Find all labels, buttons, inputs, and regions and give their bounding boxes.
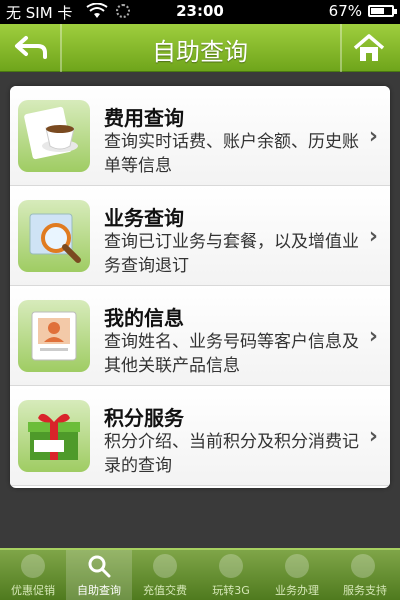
menu-list: 费用查询 查询实时话费、账户余额、历史账单等信息 › 业务查询 查询已订业务与套… [10, 86, 390, 488]
tab-label: 优惠促销 [11, 584, 55, 597]
tab-support[interactable]: 服务支持 [330, 550, 400, 600]
tab-label: 自助查询 [77, 584, 121, 597]
chevron-right-icon: › [368, 324, 378, 349]
divider [340, 24, 342, 72]
home-icon [353, 34, 385, 61]
search-icon [87, 554, 111, 578]
chevron-right-icon: › [368, 224, 378, 249]
home-button[interactable] [344, 28, 394, 68]
tab-promotions[interactable]: 优惠促销 [0, 550, 66, 600]
item-title: 业务查询 [104, 206, 184, 230]
tab-3g[interactable]: 玩转3G [198, 550, 264, 600]
list-item-fee-query[interactable]: 费用查询 查询实时话费、账户余额、历史账单等信息 › [10, 86, 390, 186]
item-description: 积分介绍、当前积分及积分消费记录的查询 [104, 432, 359, 476]
item-description: 查询实时话费、账户余额、历史账单等信息 [104, 132, 359, 176]
bottom-tab-bar: 优惠促销 自助查询 充值交费 玩转3G 业务办理 服务支持 [0, 548, 400, 600]
item-description: 查询姓名、业务号码等客户信息及其他关联产品信息 [104, 332, 359, 376]
list-item-my-info[interactable]: 我的信息 查询姓名、业务号码等客户信息及其他关联产品信息 › [10, 286, 390, 386]
support-icon [351, 554, 375, 578]
magnifier-icon [18, 200, 90, 272]
contact-card-icon [18, 300, 90, 372]
list-item-points-service[interactable]: 积分服务 积分介绍、当前积分及积分消费记录的查询 › [10, 386, 390, 486]
teacup-icon [18, 100, 90, 172]
person-icon [285, 554, 309, 578]
chevron-right-icon: › [368, 424, 378, 449]
item-description: 查询已订业务与套餐，以及增值业务查询退订 [104, 232, 359, 276]
item-title: 我的信息 [104, 306, 184, 330]
tab-label: 业务办理 [275, 584, 319, 597]
battery-percent: 67% [328, 2, 362, 20]
tab-business[interactable]: 业务办理 [264, 550, 330, 600]
battery-icon [368, 5, 397, 17]
tab-label: 充值交费 [143, 584, 187, 597]
item-title: 费用查询 [104, 106, 184, 130]
activity-spinner-icon [116, 4, 130, 18]
item-title: 积分服务 [104, 406, 184, 430]
gift-icon [21, 554, 45, 578]
chevron-right-icon: › [368, 124, 378, 149]
tab-label: 玩转3G [212, 584, 250, 597]
tab-recharge[interactable]: 充值交费 [132, 550, 198, 600]
gift-box-icon [18, 400, 90, 472]
status-right: 67% [328, 2, 397, 20]
status-bar: 无 SIM 卡 23:00 67% [0, 0, 400, 24]
3g-icon [219, 554, 243, 578]
battery-fill [371, 8, 385, 14]
tab-self-query[interactable]: 自助查询 [66, 550, 132, 600]
wifi-icon [86, 2, 108, 23]
tab-label: 服务支持 [343, 584, 387, 597]
coin-icon [153, 554, 177, 578]
list-item-service-query[interactable]: 业务查询 查询已订业务与套餐，以及增值业务查询退订 › [10, 186, 390, 286]
title-bar: 自助查询 [0, 24, 400, 72]
